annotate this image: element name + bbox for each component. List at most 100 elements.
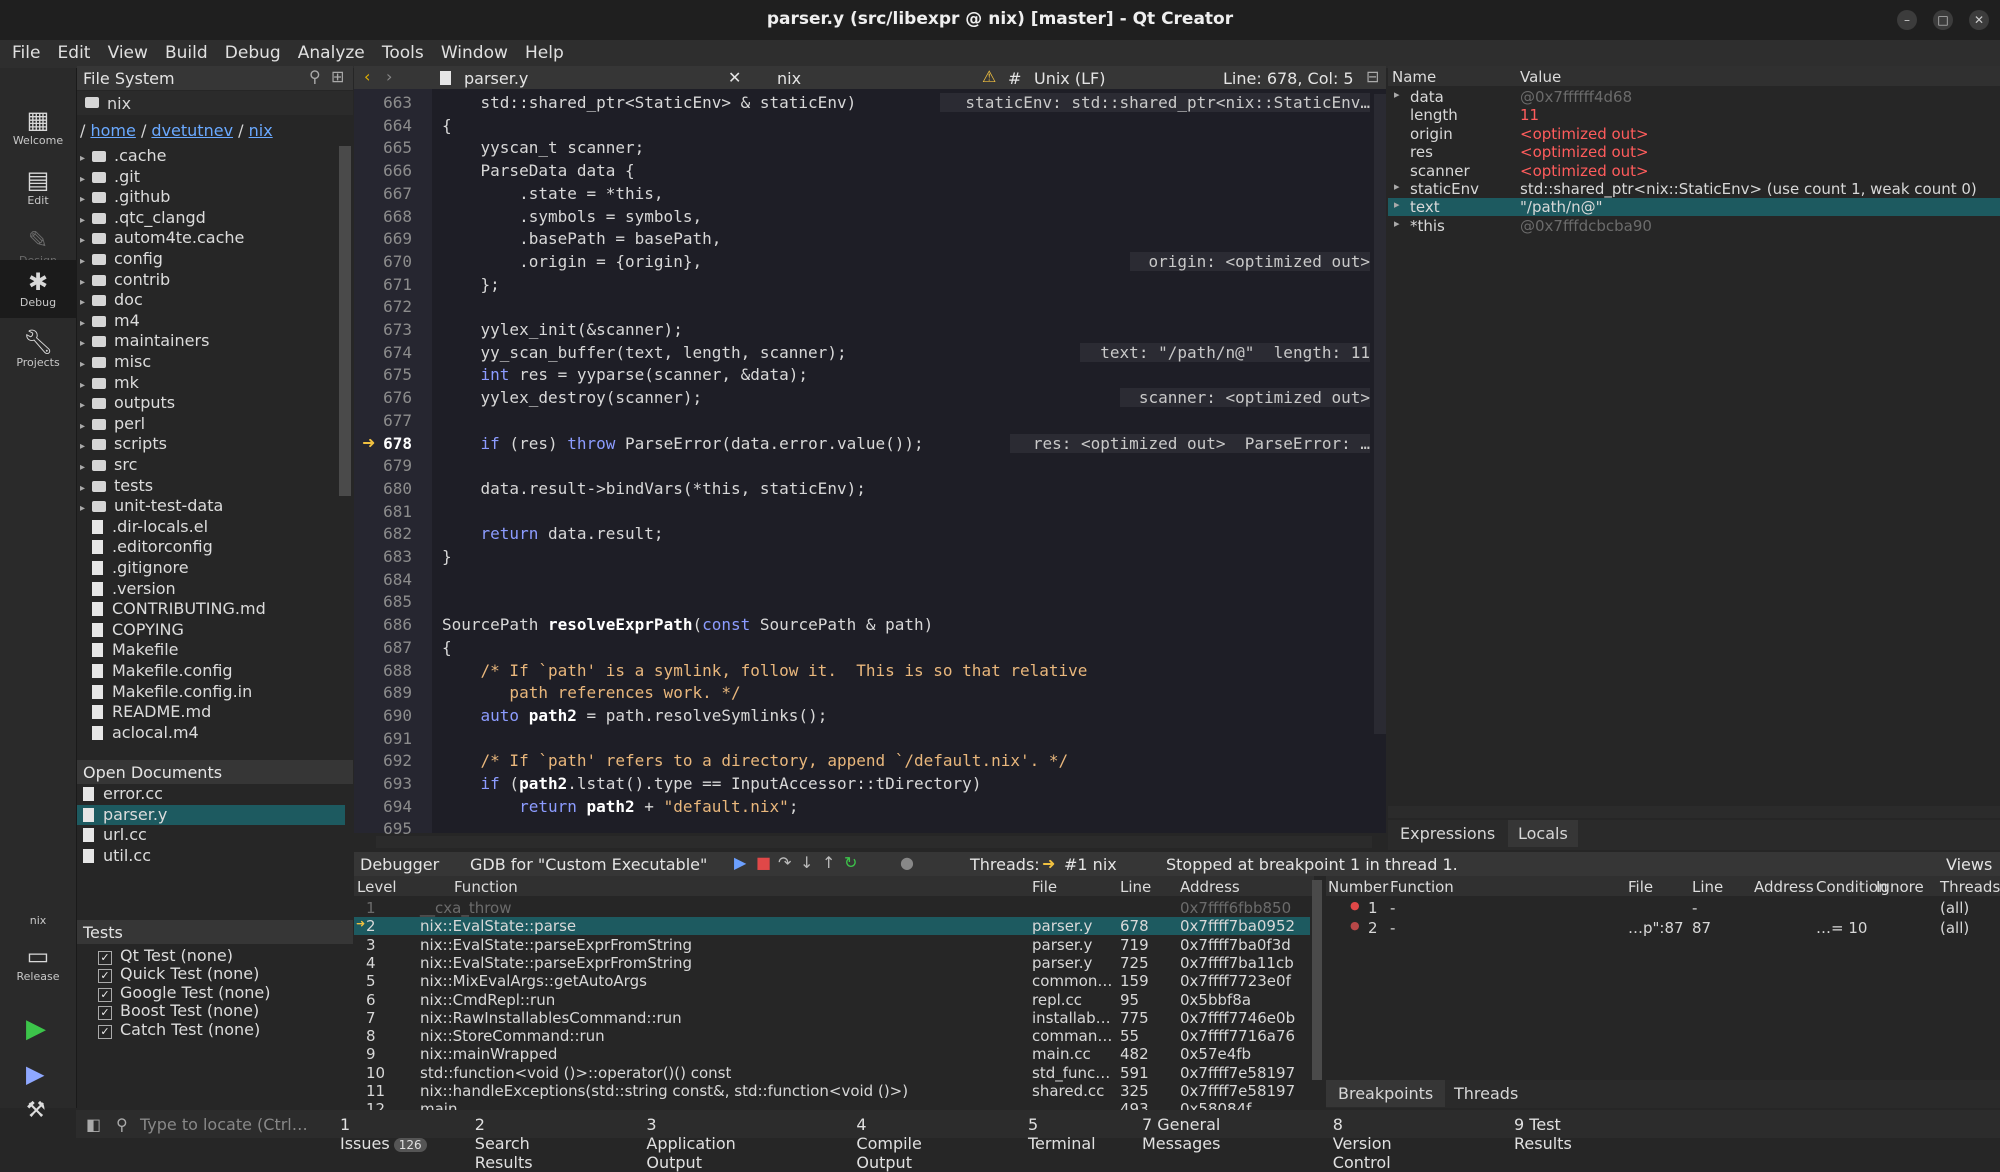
filter-icon[interactable]: ⚲	[309, 67, 321, 86]
bp-col-file[interactable]: File	[1628, 878, 1653, 896]
maximize-button[interactable]: □	[1933, 10, 1953, 30]
tree-item[interactable]: ▸ unit-test-data	[80, 496, 223, 516]
stack-row[interactable]: 6 nix::CmdRepl::run repl.cc 95 0x5bbf8a	[354, 991, 1310, 1009]
open-document-item[interactable]: url.cc	[77, 825, 345, 845]
expand-arrow-icon[interactable]: ▸	[1394, 198, 1400, 211]
bp-col-line[interactable]: Line	[1692, 878, 1723, 896]
open-document-item[interactable]: error.cc	[77, 784, 345, 804]
tree-item[interactable]: ▸ doc	[80, 290, 143, 310]
test-item[interactable]: ✓ Boost Test (none)	[98, 1001, 259, 1021]
expand-arrow-icon[interactable]: ▸	[80, 400, 92, 411]
editor-file-select[interactable]: parser.y	[464, 69, 528, 88]
output-tab[interactable]: 4 Compile Output	[856, 1115, 921, 1172]
mode-debug[interactable]: ✱ Debug	[0, 260, 76, 318]
tree-item[interactable]: aclocal.m4	[80, 723, 199, 740]
tree-item[interactable]: ▸ .git	[80, 167, 140, 187]
expand-arrow-icon[interactable]: ▸	[80, 153, 92, 164]
split-editor-icon[interactable]: ⊟	[1366, 67, 1379, 86]
output-tab[interactable]: 2 Search Results	[475, 1115, 533, 1172]
menu-file[interactable]: File	[6, 40, 46, 66]
bp-col-function[interactable]: Function	[1390, 878, 1454, 896]
locals-row[interactable]: length 11	[1388, 106, 2000, 124]
tests-title[interactable]: Tests	[83, 923, 123, 942]
expand-arrow-icon[interactable]: ▸	[80, 359, 92, 370]
locals-row[interactable]: ▸ *this @0x7fffdcbcba90	[1388, 217, 2000, 235]
locals-col-name[interactable]: Name	[1392, 68, 1436, 86]
open-document-item[interactable]: util.cc	[77, 846, 345, 866]
close-button[interactable]: ✕	[1969, 10, 1989, 30]
tree-item[interactable]: Makefile.config.in	[80, 682, 252, 702]
output-tab[interactable]: 1 Issues 126	[340, 1115, 427, 1153]
test-item[interactable]: ✓ Catch Test (none)	[98, 1020, 260, 1040]
locals-col-value[interactable]: Value	[1520, 68, 1561, 86]
tree-item[interactable]: README.md	[80, 702, 211, 722]
locals-row[interactable]: ▸ data @0x7ffffff4d68	[1388, 88, 2000, 106]
tree-item[interactable]: ▸ autom4te.cache	[80, 228, 244, 248]
stack-col-file[interactable]: File	[1032, 878, 1057, 896]
tree-item[interactable]: ▸ tests	[80, 476, 153, 496]
stack-col-level[interactable]: Level	[357, 878, 397, 896]
split-icon[interactable]: ⊞	[331, 67, 344, 86]
expand-arrow-icon[interactable]: ▸	[80, 256, 92, 267]
expand-arrow-icon[interactable]: ▸	[80, 215, 92, 226]
debug-run-icon[interactable]: ▶	[26, 1060, 44, 1088]
step-out-icon[interactable]: ↑	[822, 853, 835, 872]
stack-row[interactable]: 7 nix::RawInstallablesCommand::run install…	[354, 1009, 1310, 1027]
stop-icon[interactable]: ■	[756, 853, 771, 872]
open-document-item[interactable]: parser.y	[77, 804, 345, 825]
tree-item[interactable]: .gitignore	[80, 558, 189, 578]
step-over-icon[interactable]: ↷	[778, 853, 791, 872]
bp-col-number[interactable]: Number	[1328, 878, 1388, 896]
tree-item[interactable]: COPYING	[80, 620, 184, 640]
tree-item[interactable]: ▸ config	[80, 249, 163, 269]
stack-row[interactable]: 4 nix::EvalState::parseExprFromString pars…	[354, 954, 1310, 972]
kit-selector[interactable]: ▭ Release	[0, 934, 76, 998]
stack-row[interactable]: 11 nix::handleExceptions(std::string cons…	[354, 1082, 1310, 1100]
breakpoint-row[interactable]: ● 1- - (all)	[1326, 899, 2000, 917]
stack-row[interactable]: 2 nix::EvalState::parse parser.y 678 0x7ffff…	[354, 917, 1310, 936]
bp-col-ignore[interactable]: Ignore	[1876, 878, 1924, 896]
line-ending-select[interactable]: Unix (LF)	[1034, 69, 1105, 88]
tab-threads[interactable]: Threads	[1454, 1084, 1518, 1103]
stack-col-address[interactable]: Address	[1180, 878, 1240, 896]
menu-build[interactable]: Build	[159, 40, 214, 66]
expand-arrow-icon[interactable]: ▸	[80, 462, 92, 473]
tree-item[interactable]: ▸ perl	[80, 414, 145, 434]
tab-expressions[interactable]: Expressions	[1400, 824, 1495, 843]
tree-item[interactable]: ▸ contrib	[80, 270, 170, 290]
close-document-icon[interactable]: ✕	[728, 68, 741, 87]
filesystem-title[interactable]: File System	[83, 69, 175, 88]
expand-arrow-icon[interactable]: ▸	[1394, 217, 1400, 230]
expand-arrow-icon[interactable]: ▸	[80, 174, 92, 185]
forward-arrow-icon[interactable]: ›	[386, 67, 392, 86]
test-checkbox[interactable]: ✓	[98, 987, 112, 1002]
test-item[interactable]: ✓ Qt Test (none)	[98, 946, 233, 966]
mode-edit[interactable]: ▤ Edit	[0, 158, 76, 222]
breakpoint-row[interactable]: ● 2- …p":87 87 …= 10 (all)	[1326, 919, 2000, 937]
expand-arrow-icon[interactable]: ▸	[80, 318, 92, 329]
expand-arrow-icon[interactable]: ▸	[80, 194, 92, 205]
engine-select[interactable]: GDB for "Custom Executable"	[470, 855, 707, 874]
expand-arrow-icon[interactable]: ▸	[1394, 180, 1400, 193]
stack-row[interactable]: 3 nix::EvalState::parseExprFromString pars…	[354, 936, 1310, 954]
breadcrumb-project[interactable]: nix	[249, 121, 273, 140]
menu-edit[interactable]: Edit	[52, 40, 97, 66]
bp-col-address[interactable]: Address	[1754, 878, 1814, 896]
warning-icon[interactable]: ⚠	[982, 67, 996, 86]
restart-icon[interactable]: ↻	[844, 853, 857, 872]
tab-locals[interactable]: Locals	[1508, 820, 1578, 847]
menu-debug[interactable]: Debug	[219, 40, 287, 66]
locals-row[interactable]: ▸ staticEnv std::shared_ptr<nix::StaticEnv…	[1388, 180, 2000, 198]
menu-help[interactable]: Help	[519, 40, 570, 66]
expand-arrow-icon[interactable]: ▸	[80, 297, 92, 308]
output-tab[interactable]: 9 Test Results	[1514, 1115, 1572, 1153]
tree-item[interactable]: Makefile.config	[80, 661, 233, 681]
back-arrow-icon[interactable]: ‹	[364, 67, 370, 86]
mode-projects[interactable]: 🔧︎ Projects	[0, 320, 76, 384]
tree-item[interactable]: ▸ misc	[80, 352, 151, 372]
stack-row[interactable]: 8 nix::StoreCommand::run comman… 55 0x7ffff7…	[354, 1027, 1310, 1045]
menu-analyze[interactable]: Analyze	[292, 40, 371, 66]
locals-row[interactable]: ▸ text "/path/n@"	[1388, 198, 2000, 217]
menu-window[interactable]: Window	[435, 40, 514, 66]
output-tab[interactable]: 5 Terminal	[1028, 1115, 1096, 1153]
